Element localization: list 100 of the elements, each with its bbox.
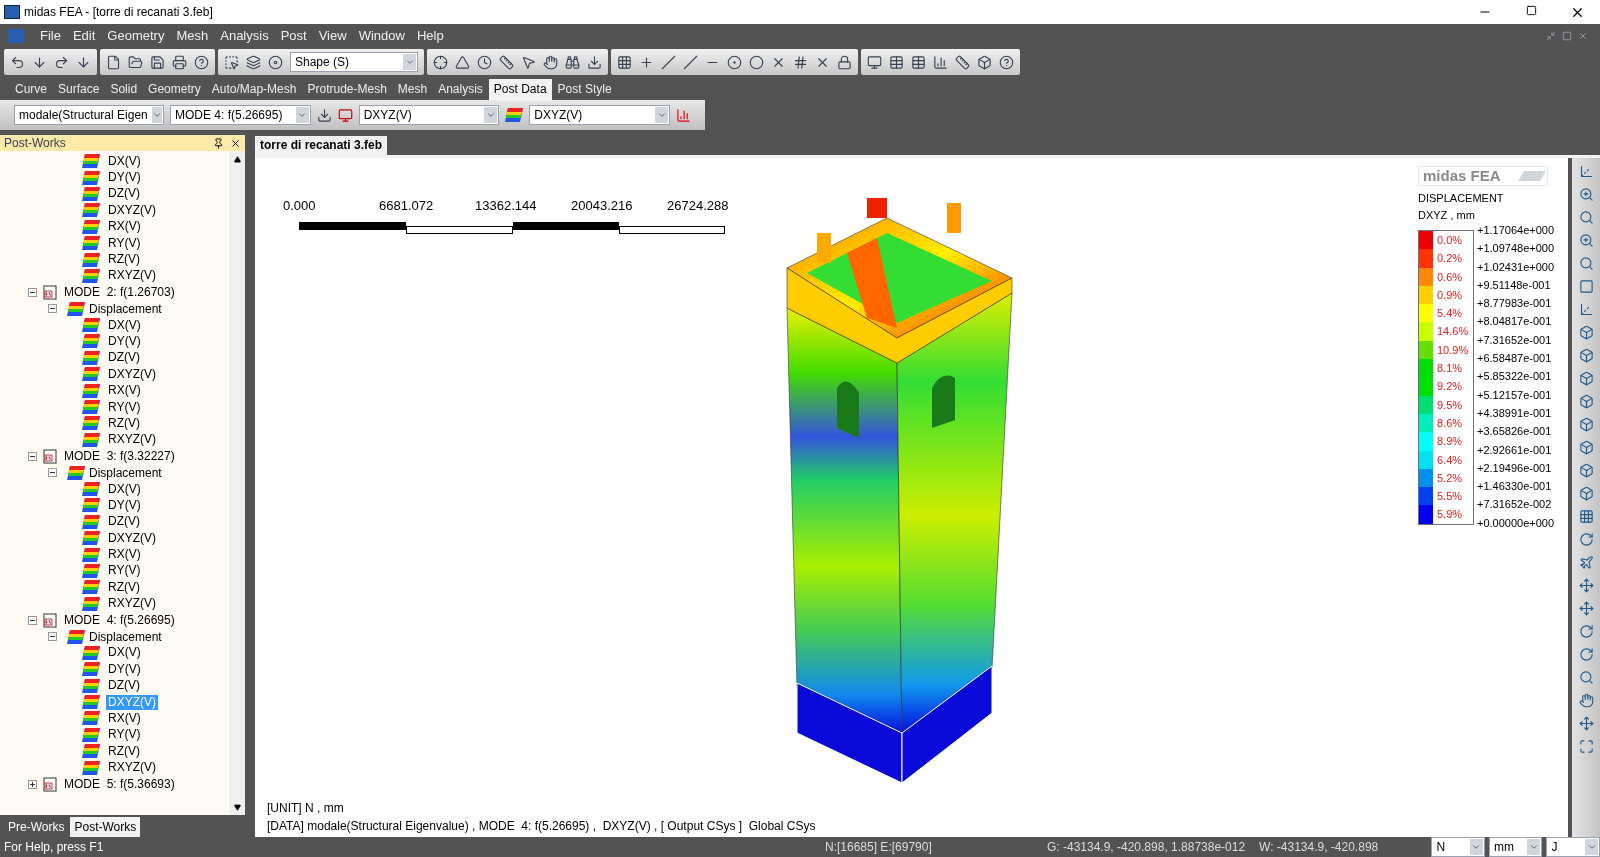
tree-item[interactable]: Displacement xyxy=(89,299,162,318)
tree-item[interactable]: DY(V) xyxy=(106,334,143,349)
hand-icon[interactable] xyxy=(543,54,558,70)
monitor-icon[interactable] xyxy=(337,107,353,123)
line-icon[interactable] xyxy=(661,54,676,70)
tree-item[interactable]: RY(V) xyxy=(106,563,143,579)
cube-icon[interactable] xyxy=(1578,486,1594,501)
load-case-dropdown[interactable]: modale(Structural Eigen xyxy=(14,105,164,125)
monitor-icon[interactable] xyxy=(867,54,882,70)
collapse-toggle[interactable] xyxy=(28,615,37,625)
legend-icon[interactable] xyxy=(676,107,691,123)
restore-icon[interactable] xyxy=(1525,4,1537,16)
menu-item[interactable]: Window xyxy=(352,26,411,46)
move-icon[interactable] xyxy=(1578,716,1594,731)
tree-item[interactable]: RXYZ(V) xyxy=(106,268,158,284)
print-icon[interactable] xyxy=(172,54,187,70)
tree-item[interactable]: DY(V) xyxy=(106,497,143,513)
panel-tab[interactable]: Pre-Works xyxy=(4,817,69,837)
tree-item[interactable]: RY(V) xyxy=(106,399,143,415)
hash-icon[interactable] xyxy=(793,54,808,70)
expand-toggle[interactable] xyxy=(28,779,37,789)
close-icon[interactable] xyxy=(230,137,241,149)
cube-icon[interactable] xyxy=(1578,440,1594,455)
cube-icon[interactable] xyxy=(1578,348,1594,363)
unit-dropdown[interactable]: J xyxy=(1546,837,1600,857)
cube-icon[interactable] xyxy=(977,54,992,70)
menu-item[interactable]: Mesh xyxy=(170,26,215,46)
plane-icon[interactable] xyxy=(1578,555,1594,570)
select-icon[interactable] xyxy=(224,54,239,70)
unit-dropdown[interactable]: mm xyxy=(1488,837,1543,857)
help-icon[interactable] xyxy=(194,54,209,70)
tree-item[interactable]: DX(V) xyxy=(106,645,143,661)
tree-item[interactable]: DY(V) xyxy=(106,661,143,677)
tree-item[interactable]: DXYZ(V) xyxy=(106,530,158,546)
component-dropdown[interactable]: DXYZ(V) xyxy=(529,105,670,125)
ribbon-tab[interactable]: Curve xyxy=(10,79,52,100)
menu-item[interactable]: Geometry xyxy=(101,26,171,46)
chart-icon[interactable] xyxy=(933,54,948,70)
axes-icon[interactable] xyxy=(1578,302,1594,317)
binoculars-icon[interactable] xyxy=(565,54,580,70)
tree-item[interactable]: RZ(V) xyxy=(106,743,142,759)
tree-item[interactable]: DZ(V) xyxy=(106,514,142,530)
ribbon-tab[interactable]: Post Data xyxy=(488,79,552,100)
cube-icon[interactable] xyxy=(1578,463,1594,478)
menu-item[interactable]: Analysis xyxy=(214,26,275,46)
save-icon[interactable] xyxy=(150,54,165,70)
folder-icon[interactable] xyxy=(128,54,143,70)
rotate-icon[interactable] xyxy=(1578,624,1594,639)
cube-icon[interactable] xyxy=(1578,371,1594,386)
tree-item[interactable]: RX(V) xyxy=(106,547,143,563)
ribbon-tab[interactable]: Analysis xyxy=(433,79,488,100)
ribbon-tab[interactable]: Post Style xyxy=(552,79,617,100)
down-arrow-icon[interactable] xyxy=(233,803,241,811)
ribbon-tab[interactable]: Surface xyxy=(53,79,105,100)
scrollbar[interactable] xyxy=(229,151,245,815)
pin-icon[interactable] xyxy=(213,137,224,149)
ruler-icon[interactable] xyxy=(499,54,514,70)
tree-item[interactable]: RX(V) xyxy=(106,383,143,399)
menu-item[interactable]: Help xyxy=(410,26,450,46)
tree-item[interactable]: Displacement xyxy=(89,463,162,482)
tree-item[interactable]: DX(V) xyxy=(106,481,143,497)
menu-item[interactable]: Post xyxy=(274,26,313,46)
axes-icon[interactable] xyxy=(1578,164,1594,179)
zoom-icon[interactable] xyxy=(1578,187,1594,202)
collapse-toggle[interactable] xyxy=(48,304,57,314)
table-icon[interactable] xyxy=(889,54,904,70)
line-icon[interactable] xyxy=(683,54,698,70)
ribbon-tab[interactable]: Auto/Map-Mesh xyxy=(206,79,302,100)
step-dropdown[interactable]: MODE 4: f(5.26695) xyxy=(170,105,311,125)
tree-item[interactable]: MODE 2: f(1.26703) xyxy=(64,283,175,302)
crosshair-icon[interactable] xyxy=(433,54,448,70)
tree-item[interactable]: DZ(V) xyxy=(106,350,142,366)
hand-icon[interactable] xyxy=(1578,693,1594,708)
document-tab[interactable]: torre di recanati 3.feb xyxy=(255,136,388,155)
download-icon[interactable] xyxy=(316,107,332,123)
table-icon[interactable] xyxy=(911,54,926,70)
redo-icon[interactable] xyxy=(54,54,69,70)
circle-dot-icon[interactable] xyxy=(727,54,742,70)
search-icon[interactable] xyxy=(1578,670,1594,685)
component-dropdown[interactable]: DXYZ(V) xyxy=(358,105,500,125)
up-arrow-icon[interactable] xyxy=(233,155,241,163)
tree-item[interactable]: DY(V) xyxy=(106,170,143,186)
tree-item[interactable]: MODE 5: f(5.36693) xyxy=(64,775,175,794)
clock-icon[interactable] xyxy=(477,54,492,70)
tree-item[interactable]: DZ(V) xyxy=(106,186,142,202)
zoom-icon[interactable] xyxy=(1578,233,1594,248)
tree-item[interactable]: RZ(V) xyxy=(106,252,142,268)
window-icon[interactable] xyxy=(1578,279,1594,294)
ribbon-tab[interactable]: Solid xyxy=(105,79,143,100)
tree-item[interactable]: RXYZ(V) xyxy=(106,760,158,776)
minimize-icon[interactable] xyxy=(1546,31,1556,41)
disc-icon[interactable] xyxy=(268,54,283,70)
plus-icon[interactable] xyxy=(639,54,654,70)
tree-item[interactable]: RX(V) xyxy=(106,710,143,726)
tree-item[interactable]: Displacement xyxy=(89,627,162,646)
arrow-icon[interactable] xyxy=(587,54,602,70)
move-icon[interactable] xyxy=(1578,601,1594,616)
grid-icon[interactable] xyxy=(617,54,632,70)
search-icon[interactable] xyxy=(1578,256,1594,271)
tree-item[interactable]: MODE 3: f(3.32227) xyxy=(64,447,175,466)
